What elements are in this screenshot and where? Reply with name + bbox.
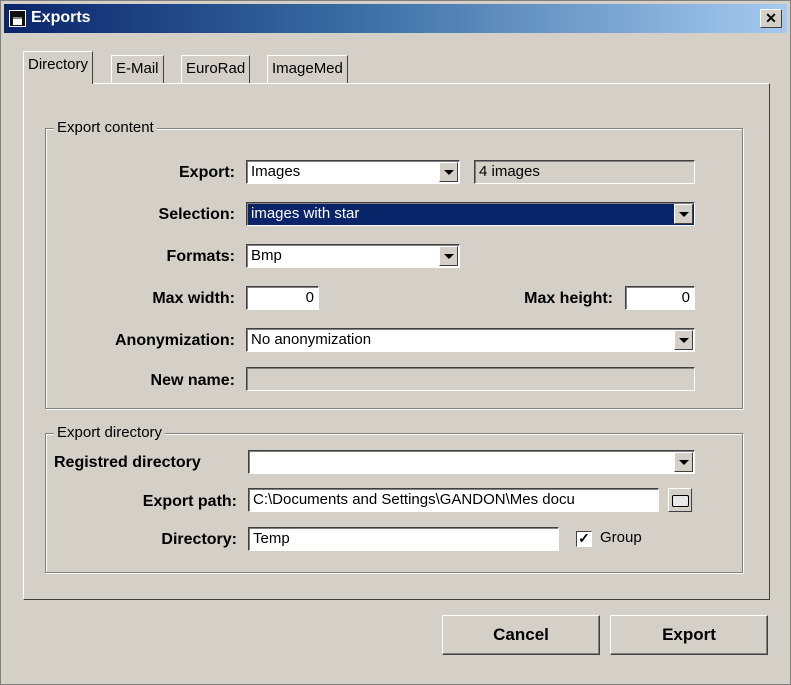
export-path-input[interactable]: C:\Documents and Settings\GANDON\Mes doc… [248,488,659,512]
image-count-field: 4 images [474,160,695,184]
chevron-down-icon[interactable] [439,162,458,182]
folder-icon[interactable] [668,488,692,512]
chevron-down-icon[interactable] [674,330,693,350]
registred-directory-select[interactable] [248,450,695,474]
formats-label: Formats: [166,248,235,265]
selection-select-value: images with star [251,205,360,222]
formats-select[interactable]: Bmp [246,244,460,268]
directory-input[interactable]: Temp [248,527,559,551]
anonymization-label: Anonymization: [115,332,235,349]
export-select[interactable]: Images [246,160,460,184]
registred-directory-label: Registred directory [54,454,201,471]
tab-imagemed[interactable]: ImageMed [267,55,348,83]
chevron-down-icon[interactable] [674,204,693,224]
anonymization-select-value: No anonymization [251,331,372,348]
chevron-down-icon[interactable] [439,246,458,266]
tab-eurorad[interactable]: EuroRad [181,55,251,83]
tab-email[interactable]: E-Mail [111,55,164,83]
anonymization-select[interactable]: No anonymization [246,328,695,352]
export-path-label: Export path: [142,493,237,510]
directory-label: Directory: [161,531,237,548]
app-icon [9,10,26,27]
new-name-label: New name: [150,372,235,389]
cancel-button[interactable]: Cancel [442,615,600,655]
max-height-label: Max height: [524,290,613,307]
group-label: Group [600,529,642,546]
formats-select-value: Bmp [251,247,282,264]
new-name-input [246,367,695,391]
export-directory-legend: Export directory [54,424,166,441]
close-button[interactable]: ✕ [760,9,782,28]
group-checkbox[interactable]: ✓ [576,531,592,547]
export-content-legend: Export content [54,119,157,136]
tab-directory[interactable]: Directory [23,51,94,84]
window-title: Exports [31,9,91,26]
max-width-input[interactable]: 0 [246,286,319,310]
selection-select[interactable]: images with star [246,202,695,226]
export-button[interactable]: Export [610,615,768,655]
title-bar[interactable]: Exports ✕ [4,4,787,33]
export-select-value: Images [251,163,301,180]
max-height-input[interactable]: 0 [625,286,695,310]
chevron-down-icon[interactable] [674,452,693,472]
selection-label: Selection: [158,206,235,223]
max-width-label: Max width: [152,290,235,307]
exports-dialog: Exports ✕ Directory E-Mail EuroRad Image… [0,0,791,685]
export-label: Export: [179,164,235,181]
